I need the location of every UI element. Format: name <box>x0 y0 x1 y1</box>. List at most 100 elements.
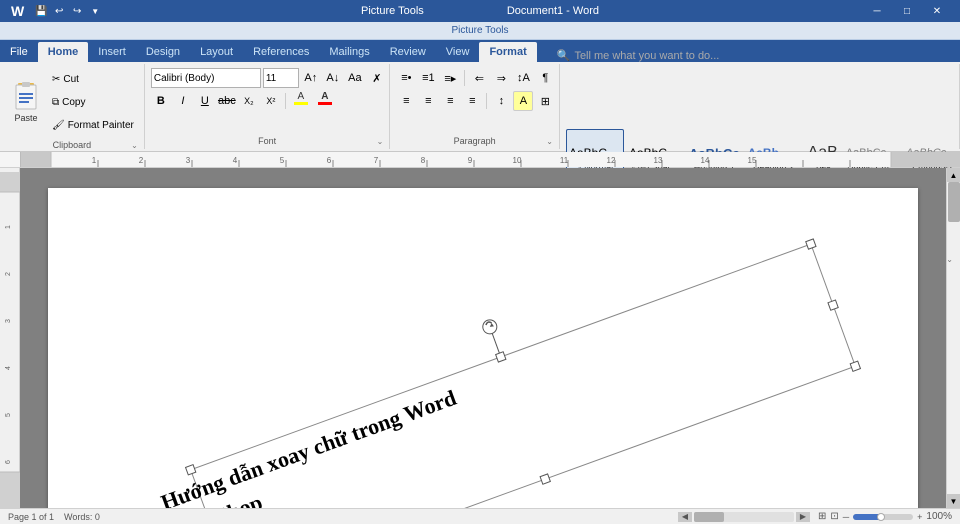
paragraph-content: ≡• ≡1 ≡▸ ⇐ ⇒ ↕A ¶ ≡ ≡ ≡ ≡ ↕ A ⊞ <box>394 66 555 134</box>
svg-text:3: 3 <box>5 319 12 323</box>
picture-tools-bar: Picture Tools <box>0 22 960 40</box>
tab-view[interactable]: View <box>436 42 480 62</box>
superscript-button[interactable]: X² <box>261 91 281 111</box>
cut-button[interactable]: ✂ Cut <box>48 68 138 90</box>
font-color-button[interactable]: A <box>314 91 336 111</box>
svg-text:9: 9 <box>468 156 473 165</box>
tell-me-text[interactable]: Tell me what you want to do... <box>574 50 719 62</box>
format-painter-button[interactable]: 🖌 Format Painter <box>48 114 138 136</box>
scroll-track-h <box>694 512 794 522</box>
sort-button[interactable]: ↕A <box>513 68 533 88</box>
tab-insert[interactable]: Insert <box>88 42 136 62</box>
clear-formatting-button[interactable]: ✗ <box>367 68 387 88</box>
font-group: A↑ A↓ Aa ✗ B I U abc X₂ X² A A <box>145 64 391 149</box>
tell-me-container: 🔍 Tell me what you want to do... <box>537 49 960 62</box>
paragraph-expand-icon[interactable]: ⌄ <box>546 137 553 146</box>
scroll-thumb-h[interactable] <box>694 512 724 522</box>
svg-text:10: 10 <box>513 156 522 165</box>
clipboard-group-label: Clipboard ⌄ <box>4 138 140 151</box>
save-icon[interactable]: 💾 <box>33 3 49 19</box>
tab-file[interactable]: File <box>0 42 38 62</box>
change-case-button[interactable]: Aa <box>345 68 365 88</box>
minimize-button[interactable]: ─ <box>862 0 892 22</box>
subscript-button[interactable]: X₂ <box>239 91 259 111</box>
zoom-thumb[interactable] <box>877 513 885 521</box>
decrease-font-button[interactable]: A↓ <box>323 68 343 88</box>
view-mode-web[interactable]: ⊡ <box>830 511 838 522</box>
scissors-icon: ✂ <box>52 74 60 85</box>
text-content-svg: Hướng dẫn xoay chữ trong Word FPT Shop <box>98 228 918 508</box>
ribbon: Paste ✂ Cut ⧉ Copy 🖌 Format Painter Clip… <box>0 62 960 152</box>
vertical-scrollbar[interactable]: ▲ ▼ <box>946 168 960 508</box>
align-right-button[interactable]: ≡ <box>440 91 460 111</box>
picture-tools-label: Picture Tools <box>361 5 424 17</box>
font-row-1: A↑ A↓ Aa ✗ <box>151 68 387 88</box>
tab-review[interactable]: Review <box>380 42 436 62</box>
bullets-button[interactable]: ≡• <box>396 68 416 88</box>
align-center-button[interactable]: ≡ <box>418 91 438 111</box>
svg-text:8: 8 <box>421 156 426 165</box>
show-formatting-button[interactable]: ¶ <box>535 68 555 88</box>
line-spacing-button[interactable]: ↕ <box>491 91 511 111</box>
font-color-bar <box>318 102 332 105</box>
para-row-1: ≡• ≡1 ≡▸ ⇐ ⇒ ↕A ¶ <box>396 68 555 88</box>
svg-text:1: 1 <box>5 225 12 229</box>
copy-button[interactable]: ⧉ Copy <box>48 91 138 113</box>
italic-button[interactable]: I <box>173 91 193 111</box>
view-mode-print[interactable]: ⊞ <box>818 511 826 522</box>
borders-button[interactable]: ⊞ <box>535 91 555 111</box>
customize-icon[interactable]: ▼ <box>87 3 103 19</box>
zoom-out-button[interactable]: ─ <box>843 512 849 522</box>
increase-font-button[interactable]: A↑ <box>301 68 321 88</box>
tab-format[interactable]: Format <box>479 42 536 62</box>
svg-text:15: 15 <box>748 156 757 165</box>
clipboard-expand-icon[interactable]: ⌄ <box>131 141 138 150</box>
bold-button[interactable]: B <box>151 91 171 111</box>
zoom-in-button[interactable]: + <box>917 512 922 522</box>
shading-button[interactable]: A <box>513 91 533 111</box>
copy-icon: ⧉ <box>52 97 59 108</box>
numbering-button[interactable]: ≡1 <box>418 68 438 88</box>
text-highlight-button[interactable]: A <box>290 91 312 111</box>
strikethrough-button[interactable]: abc <box>217 91 237 111</box>
font-expand-icon[interactable]: ⌄ <box>377 137 384 146</box>
justify-button[interactable]: ≡ <box>462 91 482 111</box>
increase-indent-button[interactable]: ⇒ <box>491 68 511 88</box>
redo-icon[interactable]: ↪ <box>69 3 85 19</box>
maximize-button[interactable]: □ <box>892 0 922 22</box>
scroll-left-button[interactable]: ◀ <box>678 512 692 522</box>
decrease-indent-button[interactable]: ⇐ <box>469 68 489 88</box>
tab-design[interactable]: Design <box>136 42 190 62</box>
scroll-right-button[interactable]: ▶ <box>796 512 810 522</box>
paragraph-group: ≡• ≡1 ≡▸ ⇐ ⇒ ↕A ¶ ≡ ≡ ≡ ≡ ↕ A ⊞ Paragrap… <box>390 64 560 149</box>
font-family-input[interactable] <box>151 68 261 88</box>
main-area: 1 2 3 4 5 6 <box>0 168 960 508</box>
document-title: Document1 - Word <box>507 5 599 17</box>
vertical-ruler: 1 2 3 4 5 6 <box>0 168 20 508</box>
svg-text:11: 11 <box>560 156 569 165</box>
divider2 <box>464 70 465 86</box>
highlight-icon: A <box>298 91 305 102</box>
zoom-slider[interactable] <box>853 514 913 520</box>
tab-references[interactable]: References <box>243 42 319 62</box>
undo-icon[interactable]: ↩ <box>51 3 67 19</box>
para-row-2: ≡ ≡ ≡ ≡ ↕ A ⊞ <box>396 91 555 111</box>
multilevel-list-button[interactable]: ≡▸ <box>440 68 460 88</box>
paste-button[interactable]: Paste <box>6 77 46 127</box>
scroll-down-button[interactable]: ▼ <box>947 494 960 508</box>
tab-layout[interactable]: Layout <box>190 42 243 62</box>
font-size-input[interactable] <box>263 68 299 88</box>
svg-text:5: 5 <box>5 413 12 417</box>
scroll-thumb[interactable] <box>948 182 960 222</box>
horizontal-scrollbar[interactable]: ◀ ▶ <box>678 512 810 522</box>
page-info: Page 1 of 1 <box>8 512 54 522</box>
tab-home[interactable]: Home <box>38 42 89 62</box>
underline-button[interactable]: U <box>195 91 215 111</box>
scroll-up-button[interactable]: ▲ <box>947 168 960 182</box>
svg-text:12: 12 <box>607 156 616 165</box>
align-left-button[interactable]: ≡ <box>396 91 416 111</box>
svg-text:3: 3 <box>186 156 191 165</box>
tab-mailings[interactable]: Mailings <box>319 42 379 62</box>
svg-text:4: 4 <box>5 366 12 370</box>
close-button[interactable]: ✕ <box>922 0 952 22</box>
